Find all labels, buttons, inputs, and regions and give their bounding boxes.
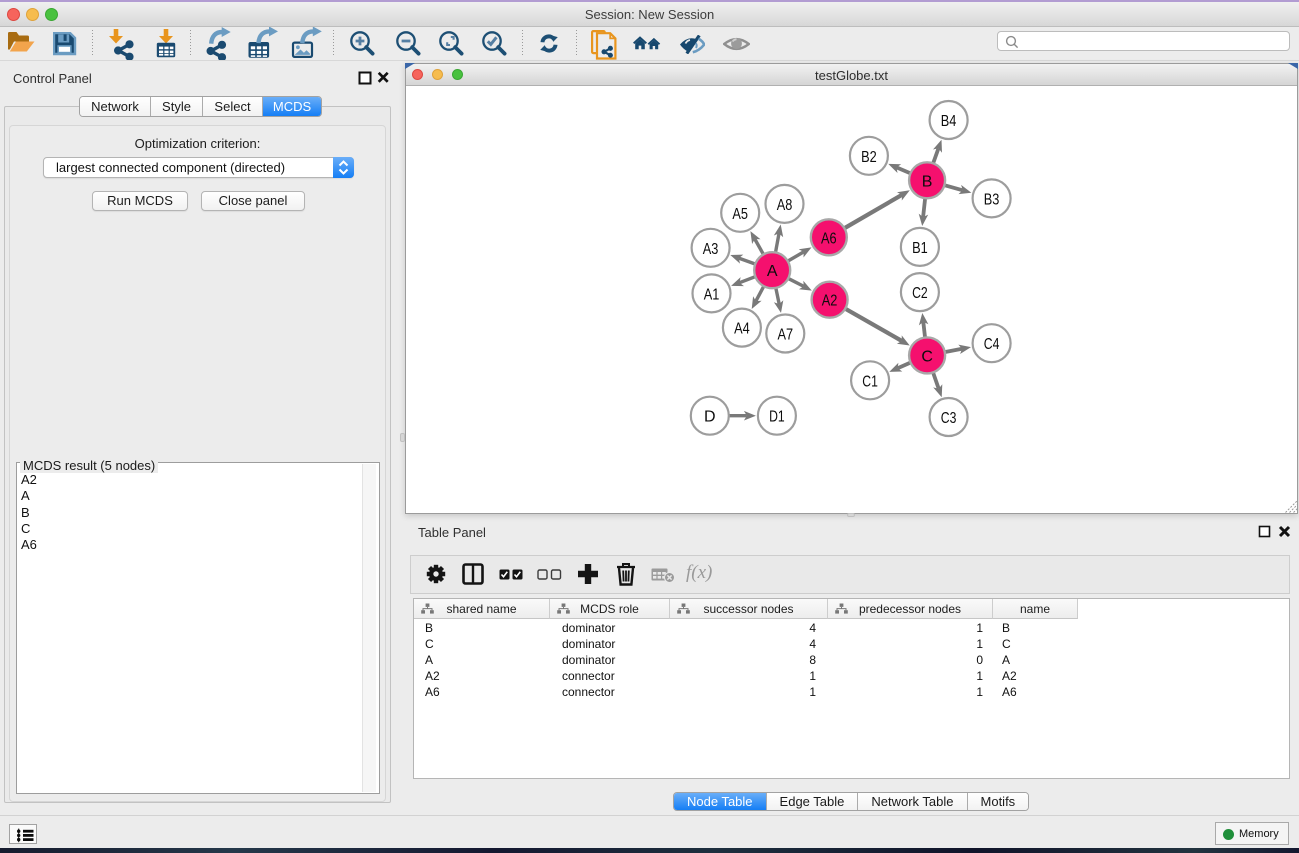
svg-text:C3: C3 [941, 410, 957, 427]
svg-text:A1: A1 [704, 286, 720, 303]
svg-text:B1: B1 [912, 240, 928, 257]
svg-text:C2: C2 [912, 285, 928, 302]
svg-text:B: B [922, 173, 933, 190]
svg-text:D1: D1 [769, 409, 785, 426]
svg-text:A5: A5 [732, 206, 748, 223]
svg-text:A4: A4 [734, 321, 750, 338]
svg-text:A6: A6 [821, 230, 837, 247]
svg-text:C4: C4 [984, 336, 1000, 353]
svg-text:A8: A8 [777, 197, 793, 214]
svg-text:A2: A2 [822, 293, 838, 310]
svg-text:B3: B3 [984, 191, 1000, 208]
svg-text:C: C [921, 348, 933, 365]
svg-text:C1: C1 [862, 373, 878, 390]
svg-text:B2: B2 [861, 149, 877, 166]
svg-text:D: D [704, 409, 716, 426]
svg-text:A7: A7 [778, 327, 794, 344]
svg-text:A3: A3 [703, 241, 719, 258]
svg-text:B4: B4 [941, 113, 957, 130]
svg-text:A: A [767, 263, 778, 280]
